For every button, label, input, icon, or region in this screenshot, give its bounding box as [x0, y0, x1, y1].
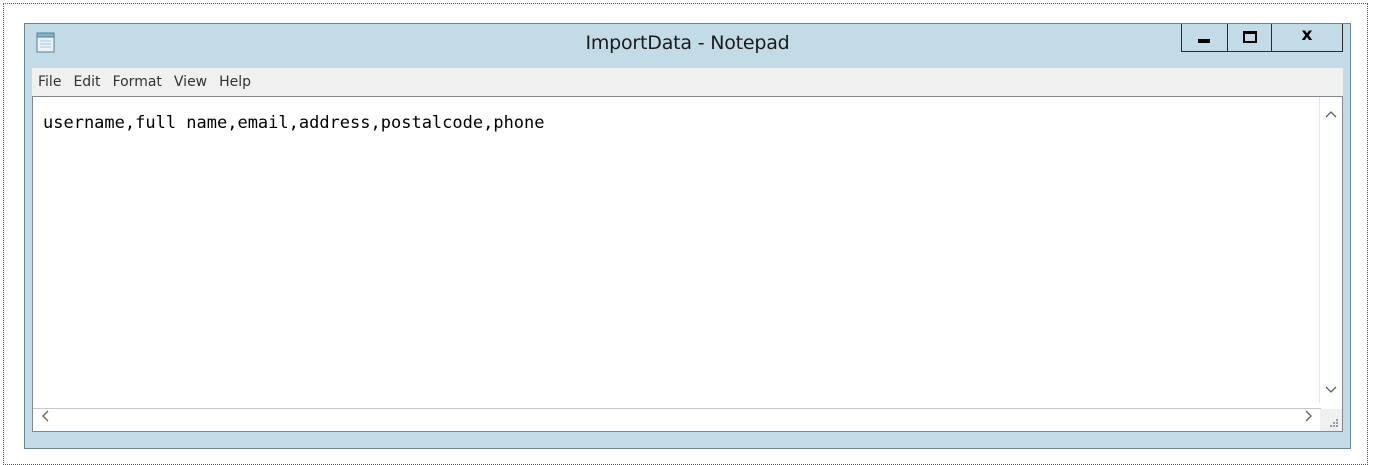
vertical-scrollbar[interactable]	[1319, 97, 1342, 403]
window-controls: x	[1181, 24, 1343, 52]
menu-format[interactable]: Format	[107, 68, 168, 96]
scroll-up-icon[interactable]	[1321, 105, 1341, 125]
text-editor[interactable]: username,full name,email,address,postalc…	[32, 96, 1343, 432]
close-button[interactable]: x	[1272, 24, 1342, 51]
menu-edit[interactable]: Edit	[67, 68, 106, 96]
close-icon: x	[1301, 25, 1313, 45]
minimize-icon	[1198, 39, 1210, 43]
scroll-left-icon[interactable]	[35, 409, 55, 429]
maximize-icon	[1243, 31, 1257, 43]
maximize-button[interactable]	[1228, 24, 1272, 51]
window-title: ImportData - Notepad	[585, 32, 790, 54]
resize-grip[interactable]	[1320, 409, 1342, 431]
title-bar[interactable]: ImportData - Notepad x	[25, 24, 1350, 66]
menu-bar: File Edit Format View Help	[32, 68, 1343, 96]
menu-file[interactable]: File	[32, 68, 67, 96]
grip-icon	[1330, 419, 1338, 427]
notepad-window: ImportData - Notepad x File Edit Format …	[24, 23, 1351, 449]
minimize-button[interactable]	[1182, 24, 1228, 51]
scroll-down-icon[interactable]	[1321, 381, 1341, 401]
menu-view[interactable]: View	[168, 68, 213, 96]
horizontal-scrollbar[interactable]	[33, 408, 1321, 431]
scroll-right-icon[interactable]	[1299, 409, 1319, 429]
menu-help[interactable]: Help	[213, 68, 257, 96]
editor-content[interactable]: username,full name,email,address,postalc…	[43, 113, 545, 133]
